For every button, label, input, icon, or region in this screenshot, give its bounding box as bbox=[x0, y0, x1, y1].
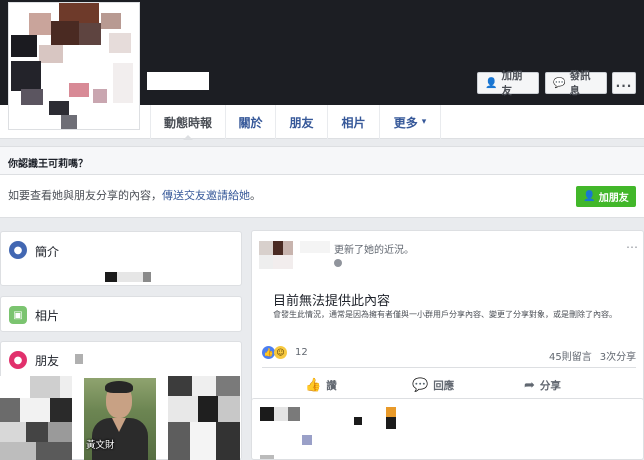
thumbs-up-icon: 👍 bbox=[305, 378, 322, 393]
post-divider bbox=[262, 367, 636, 368]
comment-button[interactable]: 💬 回應 bbox=[412, 378, 454, 393]
comment-label: 回應 bbox=[433, 380, 455, 392]
share-icon: ➦ bbox=[524, 378, 535, 393]
globe-icon bbox=[334, 259, 342, 267]
add-friend-icon: 👤 bbox=[485, 77, 498, 89]
profile-picture[interactable] bbox=[8, 2, 140, 130]
add-friend-green-label: 加朋友 bbox=[598, 193, 629, 204]
prompt-heading: 你認識王可莉嗎？ bbox=[0, 147, 644, 175]
prompt-text: 如要查看她與朋友分享的內容，傳送交友邀請給她。 bbox=[8, 187, 261, 203]
photos-card[interactable]: ▣ 相片 bbox=[0, 296, 242, 332]
haha-reaction-icon: ☺ bbox=[274, 346, 287, 359]
friend-thumbnail[interactable] bbox=[168, 376, 240, 460]
post-options-icon[interactable]: ⋯ bbox=[626, 240, 639, 254]
chevron-down-icon: ▾ bbox=[421, 117, 427, 127]
prompt-text-lead: 如要查看她與朋友分享的內容， bbox=[8, 189, 162, 202]
next-post-card bbox=[251, 398, 644, 460]
tab-more[interactable]: 更多 ▾ bbox=[379, 105, 441, 139]
comment-icon: 💬 bbox=[412, 378, 429, 393]
unavailable-title: 目前無法提供此內容 bbox=[273, 294, 391, 309]
comment-count[interactable]: 45則留言 bbox=[549, 352, 592, 363]
tab-about[interactable]: 關於 bbox=[225, 105, 275, 139]
post-counts: 45則留言 3次分享 bbox=[549, 348, 636, 363]
message-button[interactable]: 💬 發訊息 bbox=[545, 70, 607, 97]
tab-friends-label: 朋友 bbox=[289, 115, 314, 130]
share-count[interactable]: 3次分享 bbox=[600, 352, 636, 363]
message-label: 發訊息 bbox=[569, 70, 591, 97]
tab-more-label: 更多 bbox=[393, 115, 418, 130]
intro-card: ● 簡介 bbox=[0, 231, 242, 286]
tab-photos[interactable]: 相片 bbox=[327, 105, 379, 139]
tab-timeline[interactable]: 動態時報 bbox=[150, 105, 225, 140]
post-avatar[interactable] bbox=[259, 241, 273, 255]
reaction-count: 12 bbox=[295, 347, 308, 358]
friend-name[interactable]: 黃文財 bbox=[86, 437, 115, 451]
messenger-icon: 💬 bbox=[553, 77, 566, 89]
add-friend-icon: 👤 bbox=[583, 191, 596, 202]
photo-icon: ▣ bbox=[9, 306, 27, 324]
photos-title: 相片 bbox=[35, 309, 60, 323]
add-friend-button[interactable]: 👤 加朋友 bbox=[477, 70, 539, 97]
share-label: 分享 bbox=[539, 380, 561, 392]
tab-photos-label: 相片 bbox=[341, 115, 366, 130]
tab-friends[interactable]: 朋友 bbox=[275, 105, 327, 139]
share-button[interactable]: ➦ 分享 bbox=[524, 378, 561, 393]
more-options-button[interactable]: ... bbox=[612, 72, 636, 94]
globe-icon: ● bbox=[9, 241, 27, 259]
profile-name bbox=[147, 72, 209, 90]
send-friend-request-link[interactable]: 傳送交友邀請給她 bbox=[162, 189, 250, 202]
reactions-summary[interactable]: 👍 ☺ 12 bbox=[262, 346, 308, 359]
friend-request-prompt: 你認識王可莉嗎？ 如要查看她與朋友分享的內容，傳送交友邀請給她。 👤 加朋友 bbox=[0, 146, 644, 218]
post-action-text: 更新了她的近況。 bbox=[334, 245, 414, 256]
friend-thumbnail[interactable] bbox=[0, 376, 72, 460]
add-friend-label: 加朋友 bbox=[501, 70, 523, 97]
add-friend-green-button[interactable]: 👤 加朋友 bbox=[576, 186, 636, 207]
prompt-text-end: 。 bbox=[250, 189, 261, 202]
unavailable-description: 會發生此情況，通常是因為擁有者僅與一小群用戶分享內容、變更了分享對象，或是刪除了… bbox=[273, 310, 617, 319]
tab-timeline-label: 動態時報 bbox=[163, 115, 212, 130]
intro-title: 簡介 bbox=[35, 245, 60, 259]
friends-icon: ● bbox=[9, 351, 27, 369]
like-label: 讚 bbox=[326, 380, 337, 392]
tab-about-label: 關於 bbox=[238, 115, 263, 130]
friends-title: 朋友 bbox=[35, 354, 60, 368]
like-button[interactable]: 👍 讚 bbox=[305, 378, 337, 393]
